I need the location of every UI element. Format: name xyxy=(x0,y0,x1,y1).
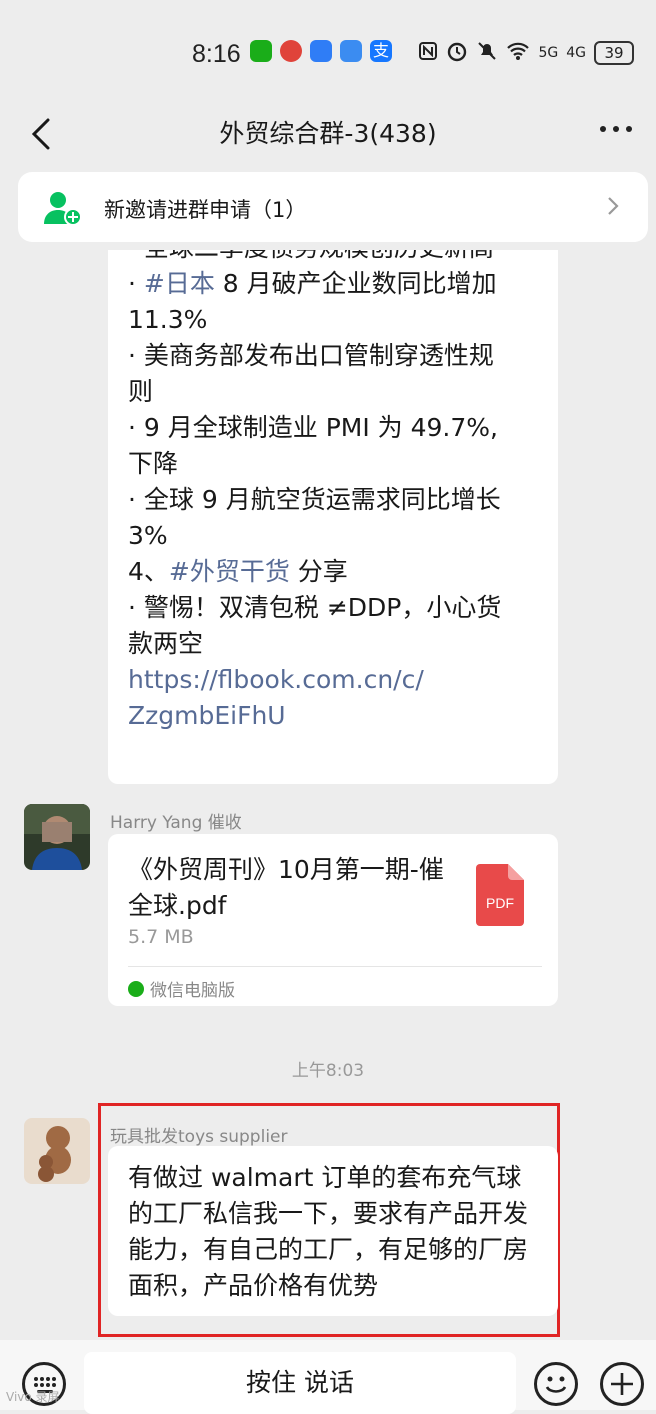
article-line: · 全球 9 月航空货运需求同比增长 xyxy=(128,485,501,514)
divider xyxy=(128,966,542,967)
cloud-notification-icon xyxy=(340,40,362,62)
article-line: 则 xyxy=(128,377,154,406)
hashtag-link[interactable]: #日本 xyxy=(144,269,215,298)
wechat-notification-icon xyxy=(250,40,272,62)
article-line: · 警惕！双清包税 ≠DDP，小心货 xyxy=(128,593,502,622)
avatar[interactable] xyxy=(24,1118,90,1184)
emoji-icon[interactable] xyxy=(534,1362,578,1406)
status-bar: 8:16 支 5G 4G 39 xyxy=(0,0,656,100)
hold-to-talk-button[interactable]: 按住 说话 xyxy=(84,1352,516,1414)
status-time: 8:16 xyxy=(192,40,241,68)
chat-header: 外贸综合群-3(438) xyxy=(0,100,656,164)
file-source: 微信电脑版 xyxy=(128,976,235,1001)
battery-icon: 39 xyxy=(594,41,634,65)
screen-record-watermark: Vivo 录屏 xyxy=(6,1390,60,1404)
text-message-bubble[interactable]: 有做过 walmart 订单的套布充气球的工厂私信我一下，要求有产品开发能力，有… xyxy=(108,1146,558,1316)
message-timestamp: 上午8:03 xyxy=(291,1061,365,1081)
file-name: 《外贸周刊》10月第一期-催全球.pdf xyxy=(128,855,444,920)
signal-4g-label: 4G xyxy=(566,45,586,61)
input-bar: 按住 说话 xyxy=(0,1340,656,1414)
file-message-bubble[interactable]: 《外贸周刊》10月第一期-催全球.pdf 5.7 MB PDF 微信电脑版 xyxy=(108,834,558,1006)
signal-5g-icon: 5G xyxy=(538,45,558,61)
article-line: · #日本 8 月破产企业数同比增加 xyxy=(128,269,497,298)
article-url-link[interactable]: ZzgmbEiFhU xyxy=(128,698,538,734)
banner-text: 新邀请进群申请（1） xyxy=(104,198,307,222)
pdf-file-icon: PDF xyxy=(476,864,524,926)
article-line: 3% xyxy=(128,521,168,550)
status-notification-icons: 支 xyxy=(250,40,392,62)
article-line: · 9 月全球制造业 PMI 为 49.7%, xyxy=(128,413,498,442)
mute-icon xyxy=(476,40,498,66)
chat-title: 外贸综合群-3(438) xyxy=(219,119,437,148)
chat-message-list[interactable]: · 全球二季度债务规模创历史新高 · #日本 8 月破产企业数同比增加 11.3… xyxy=(0,250,656,1340)
alipay-notification-icon: 支 xyxy=(370,40,392,62)
article-line: 款两空 xyxy=(128,629,204,658)
article-line: · 全球二季度债务规模创历史新高 xyxy=(128,250,538,266)
wifi-icon xyxy=(506,41,530,65)
article-line: 下降 xyxy=(128,449,179,478)
hashtag-link[interactable]: #外贸干货 xyxy=(169,557,290,586)
signal-4g-icon: 4G xyxy=(566,45,586,61)
wechat-pc-icon xyxy=(128,980,144,997)
article-line: · 美商务部发布出口管制穿透性规 xyxy=(128,341,494,370)
avatar[interactable] xyxy=(24,804,90,870)
app-notification-icon xyxy=(280,40,302,62)
article-line: 11.3% xyxy=(128,305,208,334)
file-source-label: 微信电脑版 xyxy=(150,981,235,1001)
nfc-icon xyxy=(418,41,438,65)
status-system-icons: 5G 4G 39 xyxy=(418,40,634,66)
article-url-link[interactable]: https://flbook.com.cn/c/ xyxy=(128,662,538,698)
file-size: 5.7 MB xyxy=(128,926,194,948)
sender-name: Harry Yang 催收 xyxy=(110,813,242,833)
alarm-icon xyxy=(446,40,468,66)
chevron-right-icon xyxy=(606,196,620,216)
app-notification-icon xyxy=(310,40,332,62)
signal-5g-label: 5G xyxy=(538,45,559,61)
group-invite-banner[interactable]: 新邀请进群申请（1） xyxy=(18,172,648,242)
article-line: 4、#外贸干货 分享 xyxy=(128,557,348,586)
pdf-badge-label: PDF xyxy=(486,895,514,911)
article-message-bubble[interactable]: · 全球二季度债务规模创历史新高 · #日本 8 月破产企业数同比增加 11.3… xyxy=(108,250,558,784)
message-text: 有做过 walmart 订单的套布充气球的工厂私信我一下，要求有产品开发能力，有… xyxy=(128,1163,529,1300)
sender-name: 玩具批发toys supplier xyxy=(110,1127,288,1147)
add-member-icon xyxy=(42,190,82,226)
more-functions-icon[interactable] xyxy=(600,1362,644,1406)
more-options-icon[interactable] xyxy=(600,126,632,132)
